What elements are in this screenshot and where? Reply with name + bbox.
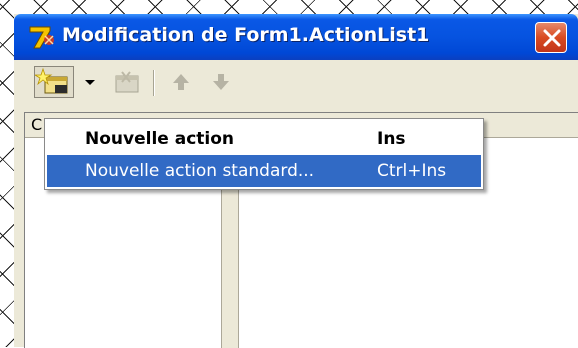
action-list-editor-window: Modification de Form1.ActionList1 C Nouv… [14, 14, 578, 348]
delphi-app-icon [29, 26, 54, 49]
menu-item-label: Nouvelle action standard... [85, 161, 315, 181]
title-bar[interactable]: Modification de Form1.ActionList1 [14, 14, 578, 60]
delete-icon [115, 71, 139, 93]
toolbar [14, 60, 578, 104]
move-up-button[interactable] [168, 70, 194, 94]
arrow-down-icon [213, 74, 229, 90]
close-button[interactable] [535, 22, 567, 53]
menu-item-new-standard-action[interactable]: Nouvelle action standard... Ctrl+Ins [47, 155, 481, 187]
new-action-dropdown-button[interactable] [78, 66, 102, 98]
menu-item-label: Nouvelle action [85, 129, 235, 149]
window-title: Modification de Form1.ActionList1 [62, 24, 430, 46]
new-action-menu: Nouvelle action Ins Nouvelle action stan… [44, 118, 484, 190]
menu-item-shortcut: Ins [377, 129, 406, 149]
close-icon [543, 29, 561, 47]
header-label: C [31, 115, 43, 134]
new-action-button[interactable] [33, 66, 74, 98]
new-action-icon [33, 67, 68, 94]
delete-action-button[interactable] [110, 68, 144, 96]
toolbar-separator [153, 70, 155, 96]
menu-item-shortcut: Ctrl+Ins [377, 161, 447, 181]
arrow-up-icon [173, 74, 189, 90]
move-down-button[interactable] [208, 70, 234, 94]
menu-item-new-action[interactable]: Nouvelle action Ins [47, 123, 481, 155]
dropdown-arrow-icon [85, 80, 95, 85]
